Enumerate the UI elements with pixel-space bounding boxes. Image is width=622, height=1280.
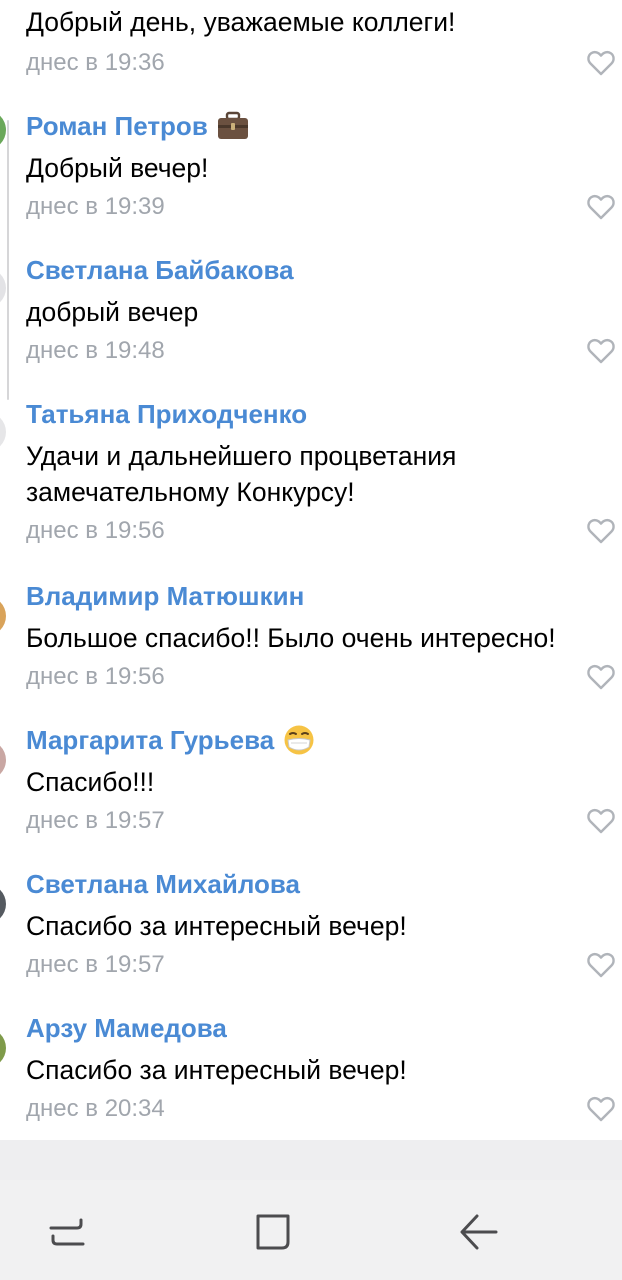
like-heart-icon[interactable]: [586, 193, 616, 221]
like-heart-icon[interactable]: [586, 517, 616, 545]
comment-text: Большое спасибо!! Было очень интересно!: [26, 623, 556, 653]
avatar[interactable]: [0, 596, 6, 636]
comment-time: днес в 19:57: [26, 951, 165, 978]
comments-feed[interactable]: Добрый день, уважаемые коллеги! днес в 1…: [0, 0, 622, 1140]
briefcase-icon: [217, 111, 248, 139]
avatar[interactable]: [0, 110, 6, 150]
screen: Добрый день, уважаемые коллеги! днес в 1…: [0, 0, 622, 1280]
comment-author[interactable]: Арзу Мамедова: [26, 1012, 227, 1044]
comment-time: днес в 19:56: [26, 517, 165, 544]
comment-text: Добрый вечер!: [26, 153, 209, 183]
author-name[interactable]: Роман Петров: [26, 110, 208, 142]
avatar[interactable]: [0, 1028, 6, 1068]
comment-text: Добрый день, уважаемые коллеги!: [26, 7, 456, 37]
navbar-top-shade: [0, 1140, 622, 1180]
author-name[interactable]: Светлана Михайлова: [26, 868, 300, 900]
comment-author[interactable]: Татьяна Приходченко: [26, 398, 307, 430]
like-heart-icon[interactable]: [586, 663, 616, 691]
like-heart-icon[interactable]: [586, 337, 616, 365]
comment-author[interactable]: Владимир Матюшкин: [26, 580, 304, 612]
author-name[interactable]: Маргарита Гурьева: [26, 724, 274, 756]
comment-author[interactable]: Светлана Михайлова: [26, 868, 300, 900]
like-heart-icon[interactable]: [586, 951, 616, 979]
comment-text: Удачи и дальнейшего процветания замечате…: [26, 441, 457, 507]
comment-author[interactable]: Роман Петров: [26, 110, 250, 142]
face-with-mask-emoji-icon: [284, 725, 314, 755]
home-icon[interactable]: [243, 1202, 303, 1262]
thread-line: [7, 120, 9, 400]
author-name[interactable]: Светлана Байбакова: [26, 254, 294, 286]
author-name[interactable]: Татьяна Приходченко: [26, 398, 307, 430]
comment-time: днес в 19:48: [26, 337, 165, 364]
comment-text: добрый вечер: [26, 297, 199, 327]
comment-time: днес в 20:34: [26, 1095, 165, 1122]
comment-text: Спасибо за интересный вечер!: [26, 1055, 407, 1085]
recent-apps-icon[interactable]: [37, 1202, 97, 1262]
avatar[interactable]: [0, 740, 6, 780]
comment-author[interactable]: Маргарита Гурьева: [26, 724, 316, 756]
comment-text: Спасибо!!!: [26, 767, 155, 797]
author-name[interactable]: Владимир Матюшкин: [26, 580, 304, 612]
like-heart-icon[interactable]: [586, 49, 616, 77]
comment-time: днес в 19:56: [26, 663, 165, 690]
avatar[interactable]: [0, 268, 6, 308]
avatar[interactable]: [0, 884, 6, 924]
comment-time: днес в 19:39: [26, 193, 165, 220]
comment-author[interactable]: Светлана Байбакова: [26, 254, 294, 286]
author-name[interactable]: Арзу Мамедова: [26, 1012, 227, 1044]
back-icon[interactable]: [449, 1202, 509, 1262]
avatar[interactable]: [0, 412, 6, 452]
comment-time: днес в 19:57: [26, 807, 165, 834]
like-heart-icon[interactable]: [586, 1095, 616, 1123]
system-navigation-bar: [0, 1140, 622, 1280]
comment-text: Спасибо за интересный вечер!: [26, 911, 407, 941]
like-heart-icon[interactable]: [586, 807, 616, 835]
comment-time: днес в 19:36: [26, 49, 165, 76]
